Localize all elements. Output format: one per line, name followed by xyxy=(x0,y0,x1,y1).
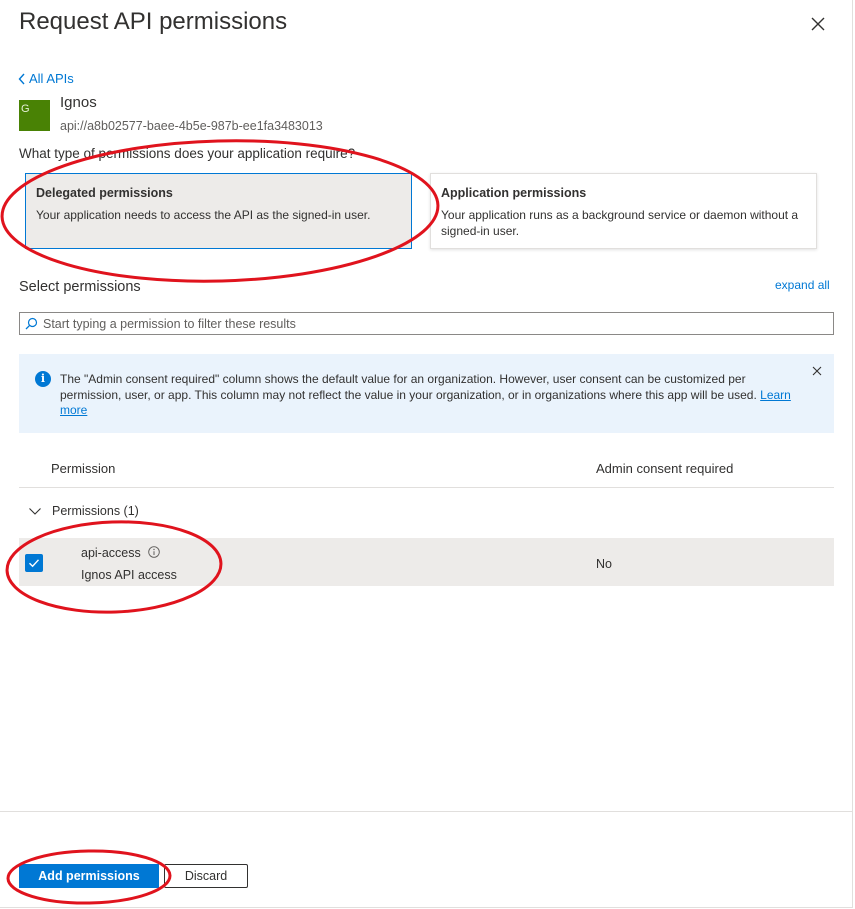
permission-filter-input[interactable] xyxy=(38,316,813,331)
application-card-title: Application permissions xyxy=(441,186,587,200)
close-icon[interactable] xyxy=(806,12,830,36)
select-permissions-heading: Select permissions xyxy=(19,279,141,295)
info-icon: i xyxy=(35,371,51,387)
api-name: Ignos xyxy=(60,94,97,111)
permission-description: Ignos API access xyxy=(81,568,177,582)
permission-group-toggle[interactable]: Permissions (1) xyxy=(19,504,139,518)
permission-group-label: Permissions (1) xyxy=(52,504,139,518)
add-permissions-button[interactable]: Add permissions xyxy=(19,864,159,888)
permission-name: api-access xyxy=(81,546,141,560)
dismiss-icon[interactable] xyxy=(811,365,823,377)
admin-consent-value: No xyxy=(596,557,612,571)
column-header-admin-consent[interactable]: Admin consent required xyxy=(596,461,733,476)
application-card-description: Your application runs as a background se… xyxy=(441,208,799,238)
delegated-card-description: Your application needs to access the API… xyxy=(36,208,371,222)
chevron-left-icon xyxy=(18,73,25,84)
discard-button[interactable]: Discard xyxy=(164,864,248,888)
delegated-permissions-card[interactable]: Delegated permissions Your application n… xyxy=(25,173,412,249)
back-link-label: All APIs xyxy=(29,71,74,86)
info-circle-icon[interactable] xyxy=(148,546,160,558)
search-icon xyxy=(25,317,38,330)
footer-divider xyxy=(0,811,853,812)
checkmark-icon xyxy=(29,559,40,568)
back-link-all-apis[interactable]: All APIs xyxy=(18,71,74,86)
info-banner-text: The "Admin consent required" column show… xyxy=(60,372,800,419)
permission-type-question: What type of permissions does your appli… xyxy=(19,146,356,161)
column-header-permission[interactable]: Permission xyxy=(51,461,115,476)
api-uri: api://a8b02577-baee-4b5e-987b-ee1fa34830… xyxy=(60,119,323,133)
api-avatar: G xyxy=(19,100,50,131)
delegated-card-title: Delegated permissions xyxy=(36,186,173,200)
panel-frame xyxy=(0,0,853,908)
permission-filter-box[interactable] xyxy=(19,312,834,335)
table-row[interactable]: api-access Ignos API access No xyxy=(19,538,834,586)
expand-all-link[interactable]: expand all xyxy=(775,278,830,292)
chevron-down-icon xyxy=(29,508,41,515)
info-banner-message: The "Admin consent required" column show… xyxy=(60,372,757,402)
admin-consent-info-banner: i The "Admin consent required" column sh… xyxy=(19,354,834,433)
page-title: Request API permissions xyxy=(19,8,288,35)
application-permissions-card[interactable]: Application permissions Your application… xyxy=(430,173,817,249)
api-avatar-letter: G xyxy=(21,103,30,115)
table-header-divider xyxy=(19,487,834,488)
permission-checkbox[interactable] xyxy=(25,554,43,572)
